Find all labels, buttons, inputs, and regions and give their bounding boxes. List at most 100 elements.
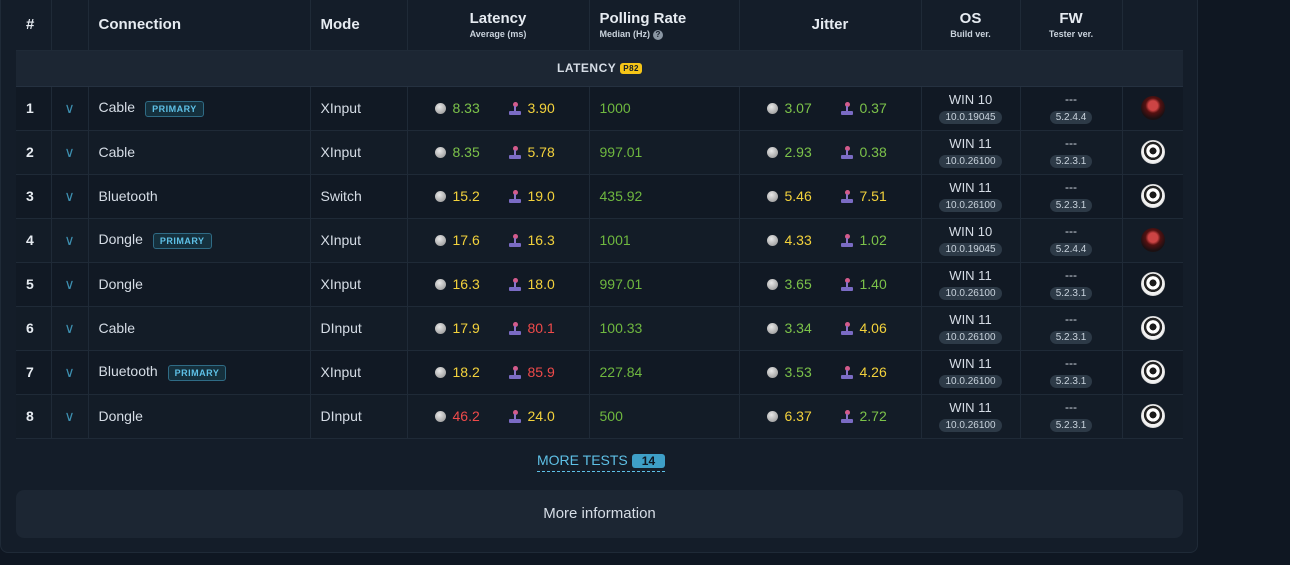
header-os: OS Build ver. [921,0,1021,51]
joystick-icon [840,410,853,423]
jitter-primary-value: 5.46 [784,188,812,204]
fw-value: --- [1065,224,1077,238]
header-fw: FW Tester ver. [1020,0,1123,51]
row-connection: Cable PRIMARY [88,86,311,131]
avatar[interactable] [1140,96,1165,120]
avatar[interactable] [1140,140,1165,164]
row-avatar-cell [1122,262,1183,307]
row-mode: DInput [310,394,408,439]
table-row[interactable]: 2 ∨ Cable XInput 8.35 5.78 997.01 2.93 0.3… [16,130,1183,175]
jitter-secondary-value: 7.51 [859,188,887,204]
row-jitter: 5.46 7.51 [739,174,922,219]
header-mode: Mode [310,0,408,51]
table-row[interactable]: 5 ∨ Dongle XInput 16.3 18.0 997.01 3.65 1.… [16,262,1183,307]
row-polling: 500 [589,394,740,439]
avatar[interactable] [1140,360,1165,384]
table-row[interactable]: 4 ∨ Dongle PRIMARY XInput 17.6 16.3 1001 4… [16,218,1183,263]
avatar[interactable] [1140,316,1165,340]
row-os: WIN 10 10.0.19045 [921,218,1021,263]
row-latency: 17.9 80.1 [407,306,590,351]
section-row: LATENCY P82 [16,50,1183,87]
joystick-icon [840,366,853,379]
row-mode: DInput [310,306,408,351]
header-os-title: OS [959,10,982,28]
table-row[interactable]: 1 ∨ Cable PRIMARY XInput 8.33 3.90 1000 3.… [16,86,1183,131]
controller-dot-icon [766,279,778,290]
jitter-secondary-value: 4.26 [859,364,887,380]
row-number: 8 [16,394,52,439]
primary-badge: PRIMARY [152,232,212,249]
avatar[interactable] [1140,272,1165,296]
chevron-down-icon[interactable]: ∨ [51,174,89,219]
table-row[interactable]: 7 ∨ Bluetooth PRIMARY XInput 18.2 85.9 227… [16,350,1183,395]
joystick-icon [840,146,853,159]
latency-primary-value: 8.35 [452,144,480,160]
connection-label: Bluetooth [98,188,158,204]
fw-value: --- [1065,268,1077,282]
row-avatar-cell [1122,394,1183,439]
table-row[interactable]: 8 ∨ Dongle DInput 46.2 24.0 500 6.37 2.72 … [16,394,1183,439]
fw-version-badge: 5.2.4.4 [1049,111,1093,124]
header-connection: Connection [88,0,311,51]
joystick-icon [508,278,521,291]
controller-dot-icon [766,367,778,378]
fw-version-badge: 5.2.3.1 [1049,155,1093,168]
jitter-primary-value: 3.07 [784,100,812,116]
chevron-down-icon[interactable]: ∨ [51,218,89,263]
header-os-sub: Build ver. [950,29,991,40]
joystick-icon [508,410,521,423]
row-fw: --- 5.2.3.1 [1020,350,1123,395]
joystick-icon [508,234,521,247]
latency-table: # Connection Mode Latency Average (ms) P… [16,0,1183,439]
row-avatar-cell [1122,174,1183,219]
controller-dot-icon [766,147,778,158]
chevron-down-icon[interactable]: ∨ [51,350,89,395]
connection-label: Dongle [98,276,143,292]
row-jitter: 3.34 4.06 [739,306,922,351]
header-polling: Polling Rate Median (Hz)? [589,0,740,51]
row-fw: --- 5.2.3.1 [1020,262,1123,307]
primary-badge: PRIMARY [167,364,227,381]
row-latency: 18.2 85.9 [407,350,590,395]
table-row[interactable]: 6 ∨ Cable DInput 17.9 80.1 100.33 3.34 4.0… [16,306,1183,351]
joystick-icon [840,322,853,335]
row-mode: XInput [310,218,408,263]
row-avatar-cell [1122,350,1183,395]
joystick-icon [508,322,521,335]
more-tests-count: 14 [631,454,666,468]
row-os: WIN 11 10.0.26100 [921,350,1021,395]
avatar[interactable] [1140,184,1165,208]
chevron-down-icon[interactable]: ∨ [51,86,89,131]
avatar[interactable] [1140,228,1165,252]
os-name: WIN 11 [949,400,992,415]
row-os: WIN 11 10.0.26100 [921,394,1021,439]
joystick-icon [840,190,853,203]
os-name: WIN 11 [949,312,992,327]
more-tests-link[interactable]: MORE TESTS 14 [537,452,666,472]
chevron-down-icon[interactable]: ∨ [51,306,89,351]
row-fw: --- 5.2.4.4 [1020,218,1123,263]
chevron-down-icon[interactable]: ∨ [51,262,89,307]
connection-label: Cable [98,144,136,160]
controller-dot-icon [766,323,778,334]
help-icon[interactable]: ? [653,29,663,40]
header-latency-sub: Average (ms) [469,29,527,40]
chevron-down-icon[interactable]: ∨ [51,130,89,175]
latency-primary-value: 18.2 [452,364,480,380]
row-connection: Dongle [88,262,311,307]
avatar[interactable] [1140,404,1165,428]
chevron-down-icon[interactable]: ∨ [51,394,89,439]
row-number: 6 [16,306,52,351]
header-polling-sub: Median (Hz)? [600,29,739,40]
os-name: WIN 11 [949,180,992,195]
row-connection: Cable [88,130,311,175]
row-os: WIN 10 10.0.19045 [921,86,1021,131]
row-jitter: 3.07 0.37 [739,86,922,131]
row-number: 3 [16,174,52,219]
row-mode: XInput [310,350,408,395]
more-information-button[interactable]: More information [16,490,1183,538]
latency-secondary-value: 3.90 [527,100,555,116]
fw-version-badge: 5.2.3.1 [1049,331,1093,344]
table-row[interactable]: 3 ∨ Bluetooth Switch 15.2 19.0 435.92 5.4… [16,174,1183,219]
fw-value: --- [1065,400,1077,414]
